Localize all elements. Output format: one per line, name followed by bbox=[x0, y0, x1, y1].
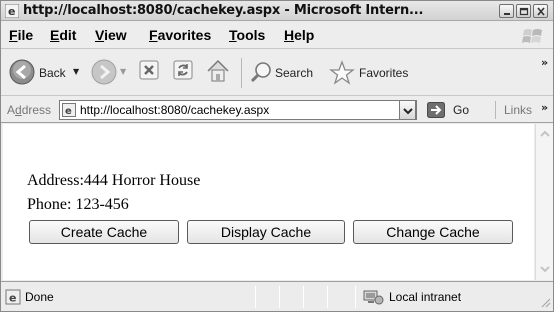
chevron-down-icon bbox=[403, 108, 413, 115]
phone-text: Phone: 123-456 bbox=[27, 196, 129, 213]
address-text: Address:444 Horror House bbox=[27, 172, 201, 189]
svg-text:e: e bbox=[8, 5, 15, 18]
address-separator bbox=[495, 101, 496, 119]
maximize-button[interactable] bbox=[516, 4, 531, 18]
minimize-icon bbox=[504, 13, 510, 15]
resize-grip-icon[interactable] bbox=[539, 296, 551, 308]
local-intranet-icon bbox=[363, 290, 384, 305]
status-divider bbox=[279, 286, 280, 308]
search-label: Search bbox=[275, 66, 314, 80]
close-icon bbox=[537, 7, 545, 16]
browser-window: e http://localhost:8080/cachekey.aspx - … bbox=[0, 0, 554, 312]
favorites-star-icon bbox=[329, 60, 355, 85]
page-content: Address:444 Horror House Phone: 123-456 … bbox=[3, 124, 534, 280]
scroll-up-icon[interactable] bbox=[538, 127, 552, 141]
back-arrow-icon bbox=[9, 59, 35, 85]
vertical-scrollbar[interactable] bbox=[535, 124, 553, 280]
menu-help[interactable]: Help bbox=[284, 27, 314, 43]
forward-button[interactable]: ▼ bbox=[89, 57, 127, 89]
stop-icon bbox=[139, 60, 159, 80]
svg-text:e: e bbox=[65, 106, 72, 117]
security-zone-text: Local intranet bbox=[389, 290, 462, 304]
address-bar: Address e http://localhost:8080/cachekey… bbox=[1, 97, 553, 123]
toolbar-separator bbox=[241, 58, 242, 88]
close-button[interactable] bbox=[533, 4, 548, 18]
links-label[interactable]: Links bbox=[504, 103, 532, 117]
search-magnifier-icon bbox=[250, 62, 271, 83]
status-divider bbox=[327, 286, 328, 308]
home-icon bbox=[207, 59, 229, 82]
toolbar-overflow-chevron-icon[interactable]: » bbox=[541, 56, 548, 69]
title-bar[interactable]: e http://localhost:8080/cachekey.aspx - … bbox=[1, 1, 553, 21]
menu-file[interactable]: File bbox=[9, 27, 33, 43]
status-divider bbox=[355, 286, 356, 308]
home-button[interactable] bbox=[204, 57, 232, 85]
menu-edit[interactable]: Edit bbox=[50, 27, 76, 43]
forward-dropdown-icon[interactable]: ▼ bbox=[120, 67, 126, 76]
scroll-down-icon[interactable] bbox=[538, 262, 552, 276]
address-input[interactable]: http://localhost:8080/cachekey.aspx bbox=[80, 103, 390, 117]
back-button[interactable]: Back ▼ bbox=[5, 57, 83, 89]
menu-bar: File Edit View Favorites Tools Help bbox=[1, 23, 553, 49]
page-done-icon: e bbox=[5, 289, 21, 305]
change-cache-button[interactable]: Change Cache bbox=[353, 220, 513, 244]
svg-text:e: e bbox=[9, 292, 16, 305]
create-cache-button[interactable]: Create Cache bbox=[29, 220, 179, 244]
back-dropdown-icon[interactable]: ▼ bbox=[73, 67, 79, 76]
status-divider bbox=[303, 286, 304, 308]
windows-logo-icon bbox=[522, 29, 542, 43]
menu-tools[interactable]: Tools bbox=[229, 27, 265, 43]
go-arrow-icon[interactable] bbox=[427, 102, 445, 118]
back-label: Back bbox=[39, 66, 66, 80]
standard-toolbar: Back ▼ ▼ Search Favorites » bbox=[1, 50, 553, 96]
refresh-button[interactable] bbox=[171, 58, 197, 86]
minimize-button[interactable] bbox=[499, 4, 514, 18]
forward-arrow-icon bbox=[91, 59, 117, 85]
status-bar: e Done Local intranet bbox=[1, 281, 553, 311]
status-divider bbox=[255, 286, 256, 308]
search-button[interactable]: Search bbox=[247, 57, 325, 89]
maximize-icon bbox=[519, 7, 529, 16]
window-title: http://localhost:8080/cachekey.aspx - Mi… bbox=[23, 3, 424, 18]
display-cache-button[interactable]: Display Cache bbox=[187, 220, 345, 244]
links-overflow-chevron-icon[interactable]: » bbox=[541, 101, 548, 114]
stop-button[interactable] bbox=[137, 58, 163, 86]
go-button[interactable]: Go bbox=[453, 103, 469, 117]
address-label: Address bbox=[7, 103, 52, 117]
page-ie-icon: e bbox=[62, 103, 76, 117]
favorites-label: Favorites bbox=[359, 66, 409, 80]
menu-favorites[interactable]: Favorites bbox=[149, 27, 211, 43]
refresh-icon bbox=[173, 60, 193, 80]
status-text: Done bbox=[25, 290, 54, 304]
ie-logo-icon: e bbox=[5, 4, 19, 18]
menu-view[interactable]: View bbox=[95, 27, 127, 43]
address-dropdown-button[interactable] bbox=[399, 100, 416, 120]
address-field[interactable]: e http://localhost:8080/cachekey.aspx bbox=[59, 100, 417, 120]
favorites-button[interactable]: Favorites bbox=[329, 57, 421, 89]
